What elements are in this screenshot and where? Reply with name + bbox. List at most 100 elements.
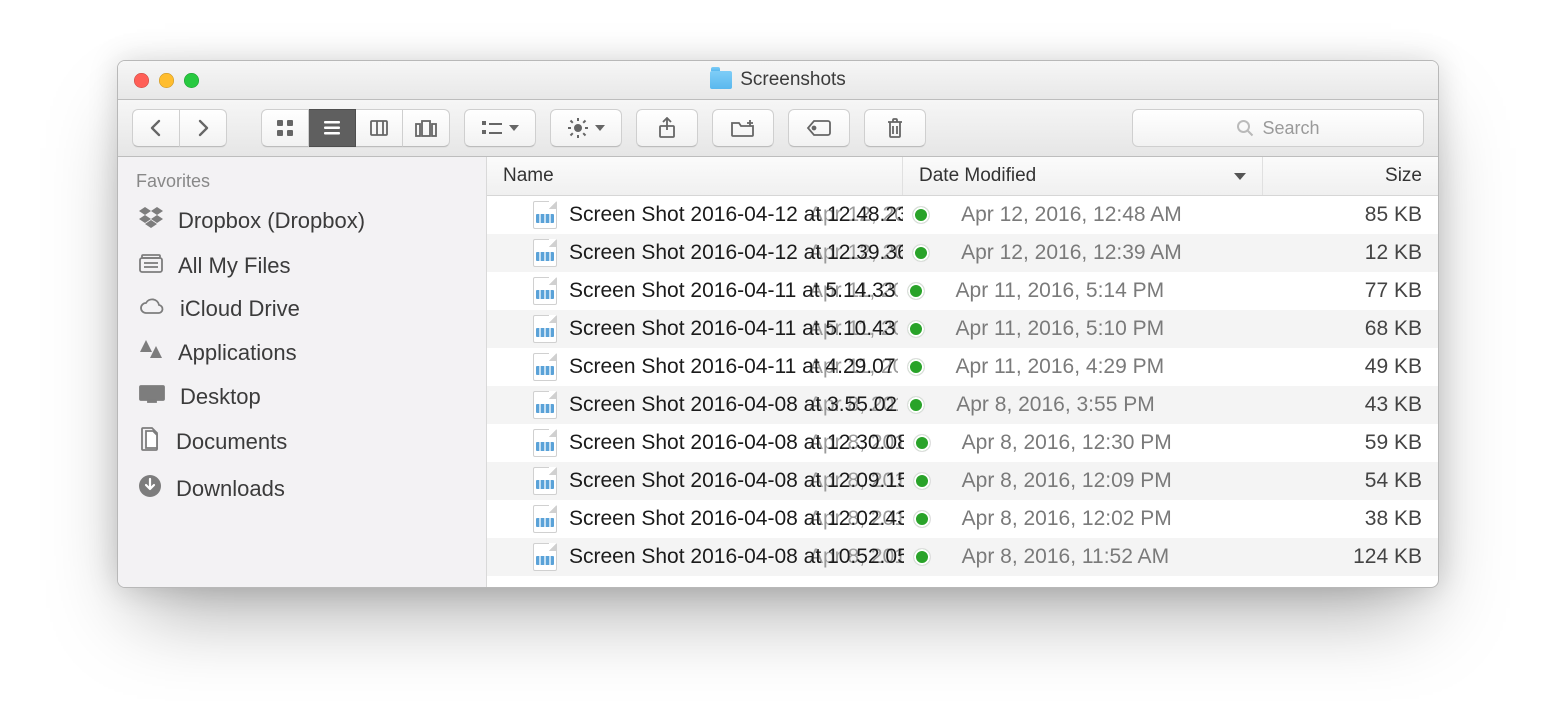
filename: Screen Shot 2016-04-11 at 4.29.07 PM [569, 355, 898, 378]
sync-badge-icon [908, 321, 924, 337]
image-file-icon [533, 543, 557, 571]
column-header-date[interactable]: Date Modified [903, 157, 1263, 195]
view-columns-button[interactable] [356, 109, 403, 147]
column-headers: Name Date Modified Size [487, 157, 1438, 196]
allfiles-icon [138, 252, 164, 280]
tags-button[interactable] [788, 109, 850, 147]
cell-size: 124 KB [1276, 538, 1438, 576]
file-rows[interactable]: Apr 12, 2016, 12:48 AMScreen Shot 2016-0… [487, 196, 1438, 587]
file-row[interactable]: Apr 11, 2016, 4:29 PM Screen Shot 2016-04… [487, 348, 1438, 386]
image-file-icon [533, 391, 557, 419]
cell-size: 38 KB [1276, 500, 1438, 538]
sync-badge-icon [913, 245, 929, 261]
forward-button[interactable] [180, 109, 227, 147]
file-row[interactable]: Apr 11, 2016, 5:10 PMScreen Shot 2016-04… [487, 310, 1438, 348]
sync-badge-icon [914, 549, 930, 565]
image-file-icon [533, 353, 557, 381]
sync-badge-icon [913, 207, 929, 223]
sidebar-item-label: Dropbox (Dropbox) [178, 208, 365, 234]
sync-badge-icon [914, 435, 930, 451]
filename: Screen Shot 2016-04-11 at 5.14.33 PM [569, 279, 898, 302]
file-row[interactable]: Apr 8, 2016, 12:30 PMScreen Shot 2016-04… [487, 424, 1438, 462]
sidebar-item-downloads[interactable]: Downloads [118, 466, 486, 512]
cell-name: Apr 11, 2016, 4:29 PMScreen Shot 2016-04… [487, 348, 940, 386]
window-title: Screenshots [118, 61, 1438, 99]
image-file-icon [533, 467, 557, 495]
cell-name: Apr 8, 2016, 11:52 AMScreen Shot 2016-04… [487, 538, 946, 576]
file-row[interactable]: Apr 8, 2016, 11:52 AMScreen Shot 2016-04… [487, 538, 1438, 576]
filename-stack: Apr 12, 2016, 12:48 AMScreen Shot 2016-0… [569, 203, 903, 227]
trash-button[interactable] [864, 109, 926, 147]
filename: Screen Shot 2016-04-08 at 10.52.05 PM [569, 545, 904, 568]
finder-window: Screenshots [117, 60, 1439, 588]
file-row[interactable]: Apr 8, 2016, 3:55 PM Screen Shot 2016-04-… [487, 386, 1438, 424]
sidebar-item-dropbox[interactable]: Dropbox (Dropbox) [118, 198, 486, 244]
sync-badge-icon [908, 397, 924, 413]
cell-date: Apr 8, 2016, 3:55 PM [940, 386, 1274, 424]
view-mode-group [261, 109, 450, 147]
new-folder-button[interactable] [712, 109, 774, 147]
filename-stack: Apr 12, 2016, 12:39 AMScreen Shot 2016-0… [569, 241, 903, 265]
sidebar-item-label: Desktop [180, 384, 261, 410]
back-button[interactable] [132, 109, 180, 147]
folder-icon [710, 71, 732, 89]
filename-stack: Apr 8, 2016, 11:52 AMScreen Shot 2016-04… [569, 545, 904, 569]
nav-group [132, 109, 227, 147]
column-header-size[interactable]: Size [1263, 157, 1438, 195]
sidebar-heading: Favorites [118, 157, 486, 198]
cell-size: 68 KB [1274, 310, 1438, 348]
cell-size: 85 KB [1276, 196, 1438, 234]
window-title-text: Screenshots [740, 69, 846, 91]
desktop-icon [138, 384, 166, 410]
close-window-button[interactable] [134, 73, 149, 88]
toolbar: Search [118, 100, 1438, 157]
cell-size: 49 KB [1274, 348, 1438, 386]
cell-size: 59 KB [1276, 424, 1438, 462]
sidebar-item-allfiles[interactable]: All My Files [118, 244, 486, 288]
sidebar: Favorites Dropbox (Dropbox) All My Files i… [118, 157, 487, 587]
file-row[interactable]: Apr 11, 2016, 5:14 PMScreen Shot 2016-04… [487, 272, 1438, 310]
file-row[interactable]: Apr 12, 2016, 12:39 AM Screen Shot 2016-0… [487, 234, 1438, 272]
cell-date: Apr 12, 2016, 12:39 AM [945, 234, 1276, 272]
dropbox-icon [138, 206, 164, 236]
file-row[interactable]: Apr 8, 2016, 12:09 PM Screen Shot 2016-04… [487, 462, 1438, 500]
content-area: Favorites Dropbox (Dropbox) All My Files i… [118, 157, 1438, 587]
sync-badge-icon [914, 511, 930, 527]
view-icon-button[interactable] [261, 109, 309, 147]
filename: Screen Shot 2016-04-12 at 12.39.36 AM [569, 241, 903, 264]
cell-date: Apr 8, 2016, 12:02 PM [946, 500, 1276, 538]
file-row[interactable]: Apr 8, 2016, 12:02 PMScreen Shot 2016-04… [487, 500, 1438, 538]
filename-stack: Apr 8, 2016, 3:55 PMScreen Shot 2016-04-… [569, 393, 898, 417]
minimize-window-button[interactable] [159, 73, 174, 88]
chevron-down-icon [509, 125, 519, 131]
action-button[interactable] [550, 109, 622, 147]
sync-badge-icon [908, 283, 924, 299]
sidebar-item-applications[interactable]: Applications [118, 330, 486, 376]
cell-name: Apr 8, 2016, 12:02 PMScreen Shot 2016-04… [487, 500, 946, 538]
filename: Screen Shot 2016-04-08 at 12.09.15 PM [569, 469, 904, 492]
cell-size: 77 KB [1274, 272, 1438, 310]
view-coverflow-button[interactable] [403, 109, 450, 147]
sidebar-item-documents[interactable]: Documents [118, 418, 486, 466]
sync-badge-icon [908, 359, 924, 375]
arrange-button[interactable] [464, 109, 536, 147]
image-file-icon [533, 277, 557, 305]
column-header-name[interactable]: Name [487, 157, 903, 195]
titlebar: Screenshots [118, 61, 1438, 100]
cell-date: Apr 8, 2016, 12:09 PM [946, 462, 1276, 500]
file-row[interactable]: Apr 12, 2016, 12:48 AMScreen Shot 2016-0… [487, 196, 1438, 234]
view-list-button[interactable] [309, 109, 356, 147]
filename-stack: Apr 8, 2016, 12:30 PMScreen Shot 2016-04… [569, 431, 904, 455]
share-button[interactable] [636, 109, 698, 147]
search-field[interactable]: Search [1132, 109, 1424, 147]
zoom-window-button[interactable] [184, 73, 199, 88]
cell-date: Apr 8, 2016, 12:30 PM [946, 424, 1276, 462]
cell-date: Apr 11, 2016, 4:29 PM [940, 348, 1275, 386]
sidebar-item-desktop[interactable]: Desktop [118, 376, 486, 418]
filename: Screen Shot 2016-04-11 at 5.10.43 PM [569, 317, 898, 340]
filename: Screen Shot 2016-04-08 at 3.55.02 PM [569, 393, 898, 416]
sidebar-item-label: iCloud Drive [180, 296, 300, 322]
cell-name: Apr 8, 2016, 12:09 PMScreen Shot 2016-04… [487, 462, 946, 500]
image-file-icon [533, 201, 557, 229]
sidebar-item-icloud[interactable]: iCloud Drive [118, 288, 486, 330]
